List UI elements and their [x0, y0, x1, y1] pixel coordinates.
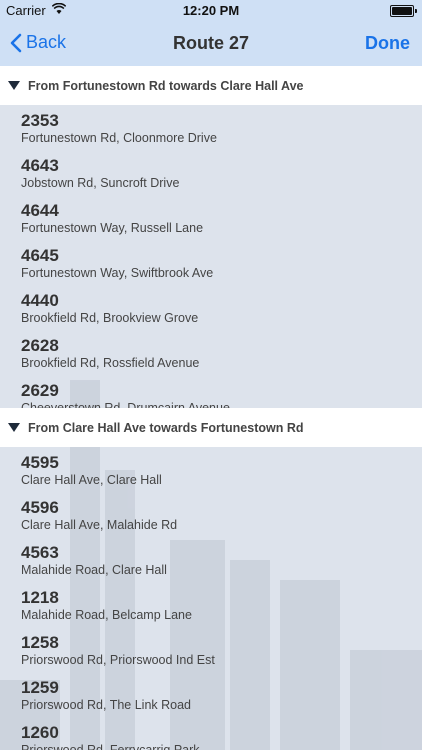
stop-number: 4644	[21, 201, 59, 220]
section-title: From Clare Hall Ave towards Fortunestown…	[28, 420, 304, 435]
stop-row[interactable]: 4644 Fortunestown Way, Russell Lane	[0, 195, 422, 240]
stop-name: Clare Hall Ave, Clare Hall	[21, 473, 162, 487]
stop-row[interactable]: 1258 Priorswood Rd, Priorswood Ind Est	[0, 627, 422, 672]
done-button[interactable]: Done	[365, 33, 410, 54]
stop-row[interactable]: 4563 Malahide Road, Clare Hall	[0, 537, 422, 582]
stop-row[interactable]: 4595 Clare Hall Ave, Clare Hall	[0, 447, 422, 492]
stop-number: 4595	[21, 453, 59, 472]
stop-name: Fortunestown Way, Swiftbrook Ave	[21, 266, 214, 280]
stop-number: 2353	[21, 111, 59, 130]
section-title: From Fortunestown Rd towards Clare Hall …	[28, 78, 304, 93]
stop-row[interactable]: 1260 Priorswood Rd, Ferrycarrig Park	[0, 717, 422, 750]
stop-row[interactable]: 2628 Brookfield Rd, Rossfield Avenue	[0, 330, 422, 375]
stop-name: Clare Hall Ave, Malahide Rd	[21, 518, 178, 532]
section-header-outbound[interactable]: From Fortunestown Rd towards Clare Hall …	[0, 66, 422, 105]
status-bar: Carrier 12:20 PM	[0, 0, 422, 22]
expand-triangle-icon	[8, 81, 20, 90]
stop-name: Brookfield Rd, Brookview Grove	[21, 311, 199, 325]
stop-number: 4596	[21, 498, 59, 517]
stop-number: 1258	[21, 633, 59, 652]
stop-name: Priorswood Rd, Priorswood Ind Est	[21, 653, 215, 667]
navigation-bar: Back Route 27 Done	[0, 22, 422, 66]
stop-name: Fortunestown Way, Russell Lane	[21, 221, 204, 235]
status-time: 12:20 PM	[182, 3, 240, 18]
stop-number: 1259	[21, 678, 59, 697]
stop-row[interactable]: 1218 Malahide Road, Belcamp Lane	[0, 582, 422, 627]
stop-row[interactable]: 4440 Brookfield Rd, Brookview Grove	[0, 285, 422, 330]
stop-name: Priorswood Rd, Ferrycarrig Park	[21, 743, 200, 750]
stop-name: Brookfield Rd, Rossfield Avenue	[21, 356, 200, 370]
expand-triangle-icon	[8, 423, 20, 432]
stop-name: Malahide Road, Clare Hall	[21, 563, 167, 577]
stop-number: 2628	[21, 336, 59, 355]
stop-number: 4643	[21, 156, 59, 175]
section-header-inbound[interactable]: From Clare Hall Ave towards Fortunestown…	[0, 408, 422, 447]
stop-number: 4440	[21, 291, 59, 310]
stop-list-outbound: 2353 Fortunestown Rd, Cloonmore Drive 46…	[0, 105, 422, 408]
stop-name: Fortunestown Rd, Cloonmore Drive	[21, 131, 217, 145]
stop-list-inbound: 4595 Clare Hall Ave, Clare Hall 4596 Cla…	[0, 447, 422, 750]
stop-row[interactable]: 2353 Fortunestown Rd, Cloonmore Drive	[0, 105, 422, 150]
stop-row[interactable]: 4643 Jobstown Rd, Suncroft Drive	[0, 150, 422, 195]
stop-row[interactable]: 4596 Clare Hall Ave, Malahide Rd	[0, 492, 422, 537]
battery-icon	[390, 5, 417, 17]
stop-name: Malahide Road, Belcamp Lane	[21, 608, 192, 622]
stop-number: 4645	[21, 246, 59, 265]
stop-name: Priorswood Rd, The Link Road	[21, 698, 191, 712]
stop-number: 1218	[21, 588, 59, 607]
stop-row[interactable]: 1259 Priorswood Rd, The Link Road	[0, 672, 422, 717]
page-title: Route 27	[172, 33, 250, 53]
stop-number: 2629	[21, 381, 59, 400]
stop-number: 4563	[21, 543, 59, 562]
stop-name: Jobstown Rd, Suncroft Drive	[21, 176, 180, 190]
stop-row[interactable]: 4645 Fortunestown Way, Swiftbrook Ave	[0, 240, 422, 285]
stop-name: Cheeverstown Rd, Drumcairn Avenue	[21, 401, 230, 408]
stop-row[interactable]: 2629 Cheeverstown Rd, Drumcairn Avenue	[0, 375, 422, 408]
stop-number: 1260	[21, 723, 59, 742]
